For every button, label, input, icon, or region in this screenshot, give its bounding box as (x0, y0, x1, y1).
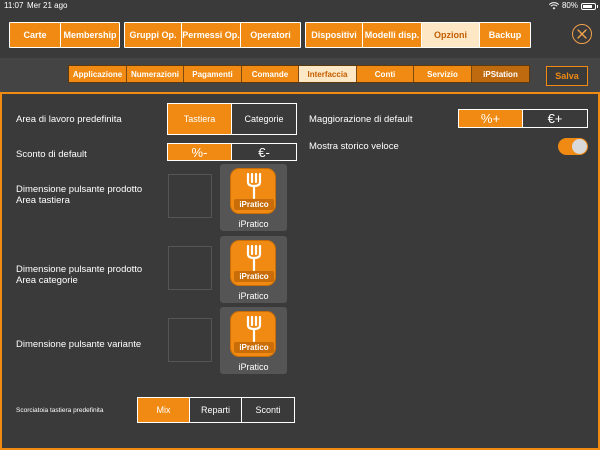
tab-permessi-op[interactable]: Permessi Op. (182, 23, 241, 47)
logo-brand-text: iPratico (234, 199, 274, 210)
tab-carte[interactable]: Carte (10, 23, 61, 47)
workspace-option-categorie[interactable]: Categorie (232, 104, 296, 134)
variant-button-size-slot[interactable] (168, 318, 212, 362)
status-time: 11:07 (4, 1, 24, 10)
subtab-pagamenti[interactable]: Pagamenti (184, 66, 242, 82)
product-button-keyboard-label-line1: Dimensione pulsante prodotto (16, 184, 143, 195)
subtab-interfaccia[interactable]: Interfaccia (299, 66, 357, 82)
subtab-ipstation[interactable]: iPStation (472, 66, 529, 82)
tab-group-operators: Gruppi Op. Permessi Op. Operatori (124, 22, 301, 48)
subtab-conti[interactable]: Conti (357, 66, 414, 82)
subtab-applicazione[interactable]: Applicazione (69, 66, 127, 82)
ipratico-logo-icon: iPratico (230, 311, 276, 357)
surcharge-option-percent[interactable]: %+ (459, 110, 523, 127)
discount-selector: %- €- (167, 143, 297, 161)
preview-caption: iPratico (238, 291, 269, 301)
variant-button-label: Dimensione pulsante variante (16, 339, 142, 350)
ipratico-logo-icon: iPratico (230, 240, 276, 286)
discount-option-euro[interactable]: €- (232, 144, 296, 160)
preview-caption: iPratico (238, 219, 269, 229)
keyboard-shortcut-selector: Mix Reparti Sconti (137, 397, 295, 423)
product-button-categories-size-slot[interactable] (168, 246, 212, 290)
subtab-servizio[interactable]: Servizio (414, 66, 472, 82)
tab-modelli-disp[interactable]: Modelli disp. (363, 23, 422, 47)
ipratico-logo-icon: iPratico (230, 168, 276, 214)
sub-nav: Applicazione Numerazioni Pagamenti Coman… (0, 58, 600, 92)
subtab-comande[interactable]: Comande (242, 66, 299, 82)
tab-backup[interactable]: Backup (480, 23, 530, 47)
toggle-knob (572, 139, 587, 154)
fast-history-toggle[interactable] (558, 138, 588, 155)
subtab-numerazioni[interactable]: Numerazioni (127, 66, 184, 82)
wifi-icon (548, 2, 559, 10)
settings-panel: Area di lavoro predefinita Tastiera Cate… (0, 92, 600, 450)
product-button-keyboard-label-line2: Area tastiera (16, 195, 70, 206)
logo-brand-text: iPratico (234, 271, 274, 282)
battery-percent: 80% (561, 1, 578, 10)
preview-caption: iPratico (238, 362, 269, 372)
fork-icon (246, 173, 262, 199)
workspace-selector: Tastiera Categorie (167, 103, 297, 135)
shortcut-option-reparti[interactable]: Reparti (190, 398, 242, 422)
workspace-label: Area di lavoro predefinita (16, 114, 122, 125)
surcharge-selector: %+ €+ (458, 109, 588, 128)
workspace-option-tastiera[interactable]: Tastiera (168, 104, 232, 134)
save-button[interactable]: Salva (546, 66, 588, 86)
product-button-keyboard-size-slot[interactable] (168, 174, 212, 218)
keyboard-shortcut-label: Scorciatoia tastiera predefinita (16, 407, 104, 414)
battery-icon (581, 2, 598, 10)
tab-membership[interactable]: Membership (61, 23, 119, 47)
product-button-keyboard-label: Dimensione pulsante prodotto Area tastie… (16, 184, 142, 206)
tab-operatori[interactable]: Operatori (241, 23, 300, 47)
fork-icon (246, 316, 262, 342)
tab-opzioni[interactable]: Opzioni (422, 23, 480, 47)
battery-fill (583, 4, 592, 8)
discount-option-percent[interactable]: %- (168, 144, 232, 160)
product-button-categories-preview[interactable]: iPratico iPratico (220, 236, 287, 303)
product-button-categories-label-line2: Area categorie (16, 275, 78, 286)
shortcut-option-mix[interactable]: Mix (138, 398, 190, 422)
close-button[interactable] (572, 24, 592, 44)
product-button-categories-label: Dimensione pulsante prodotto Area catego… (16, 264, 142, 286)
tab-group-menu: Carte Membership (9, 22, 120, 48)
top-nav: Carte Membership Gruppi Op. Permessi Op.… (0, 12, 600, 58)
tab-group-system: Dispositivi Modelli disp. Opzioni Backup (305, 22, 531, 48)
fork-icon (246, 245, 262, 271)
fast-history-label: Mostra storico veloce (309, 141, 399, 152)
product-button-categories-label-line1: Dimensione pulsante prodotto (16, 264, 143, 275)
close-icon (577, 29, 587, 39)
surcharge-option-euro[interactable]: €+ (523, 110, 587, 127)
surcharge-label: Maggiorazione di default (309, 114, 413, 125)
sub-tabs: Applicazione Numerazioni Pagamenti Coman… (68, 65, 530, 83)
status-bar: 11:07 Mer 21 ago 80% (0, 0, 600, 12)
status-date: Mer 21 ago (27, 1, 68, 10)
product-button-keyboard-preview[interactable]: iPratico iPratico (220, 164, 287, 231)
tab-gruppi-op[interactable]: Gruppi Op. (125, 23, 182, 47)
discount-label: Sconto di default (16, 149, 87, 160)
tab-dispositivi[interactable]: Dispositivi (306, 23, 363, 47)
logo-brand-text: iPratico (234, 342, 274, 353)
shortcut-option-sconti[interactable]: Sconti (242, 398, 294, 422)
variant-button-preview[interactable]: iPratico iPratico (220, 307, 287, 374)
status-right: 80% (548, 0, 598, 12)
